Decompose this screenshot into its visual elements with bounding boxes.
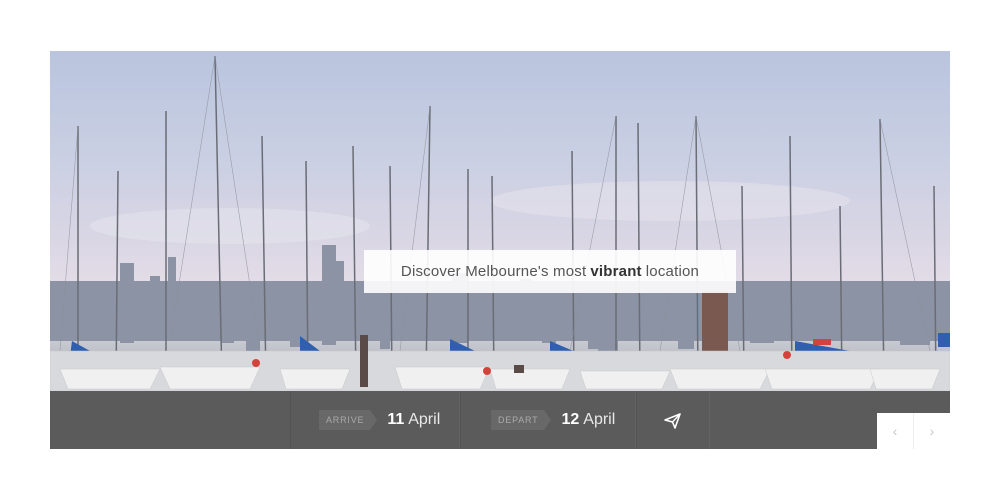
arrive-month: April: [408, 411, 441, 428]
submit-button[interactable]: [663, 411, 683, 431]
depart-label: DEPART: [491, 410, 553, 430]
tagline-text-end: location: [645, 263, 700, 280]
depart-day: 12: [561, 411, 580, 428]
chevron-right-icon: ›: [929, 423, 935, 439]
paper-plane-icon: [664, 413, 681, 429]
slider-nav: ‹ ›: [877, 413, 950, 449]
depart-date-picker[interactable]: DEPART 12 April: [460, 391, 636, 449]
arrive-day: 11: [387, 411, 405, 428]
prev-slide-button[interactable]: ‹: [877, 413, 913, 449]
tagline-text: Discover Melbourne's most: [400, 263, 587, 280]
chevron-left-icon: ‹: [892, 423, 898, 439]
arrive-date-picker[interactable]: ARRIVE 11 April: [290, 391, 460, 449]
hero-image: Discover Melbourne's most vibrant locati…: [50, 51, 950, 391]
next-slide-button[interactable]: ›: [913, 413, 950, 449]
booking-bar: ARRIVE 11 April DEPART 12 April: [50, 391, 950, 449]
depart-month: April: [583, 411, 616, 428]
search-submit-cell: [636, 391, 710, 449]
tagline-emphasis: vibrant: [590, 263, 642, 280]
arrive-label: ARRIVE: [319, 410, 378, 430]
marina-illustration: [50, 55, 950, 391]
hero-tagline: Discover Melbourne's most vibrant locati…: [364, 250, 736, 293]
